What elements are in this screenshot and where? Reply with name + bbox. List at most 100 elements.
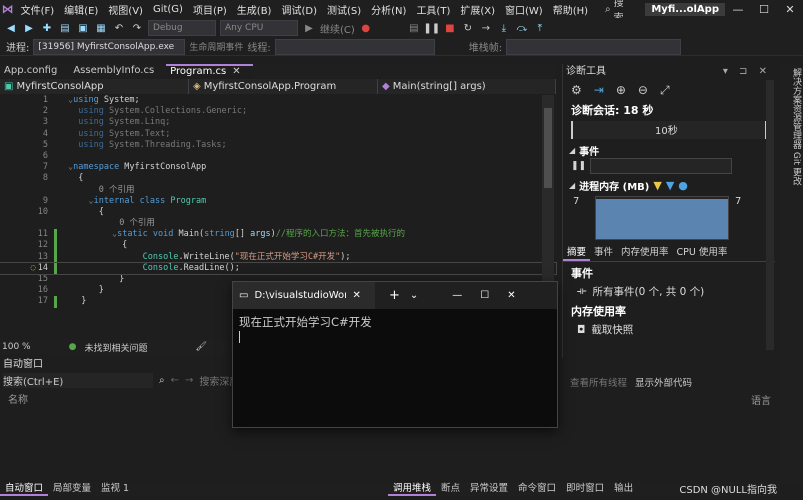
thread-dropdown[interactable] [274, 38, 435, 55]
code-line: 12 { [0, 240, 556, 252]
show-next-icon[interactable]: → [479, 21, 493, 35]
zoom-in-icon[interactable]: ⊕ [616, 83, 626, 98]
open-folder-icon[interactable]: ▤ [58, 21, 72, 35]
save-all-icon[interactable]: ▦ [94, 21, 108, 35]
collapse-icon[interactable]: ◢ [569, 181, 575, 190]
console-tab[interactable]: ▭ D:\visualstudioWor ✕ [233, 282, 375, 309]
maximize-icon[interactable]: ☐ [480, 290, 489, 301]
save-icon[interactable]: ▣ [76, 21, 90, 35]
close-icon[interactable]: ✕ [507, 290, 515, 301]
all-events-link[interactable]: 所有事件(0 个, 共 0 个) [593, 284, 705, 299]
class-dropdown[interactable]: ◈ MyfirstConsolApp.Program [189, 79, 378, 94]
zoom-out-icon[interactable]: ⊖ [638, 83, 648, 98]
search-input[interactable]: 搜索(Ctrl+E) [3, 372, 153, 388]
export-icon[interactable]: ⇥ [594, 83, 604, 98]
column-header-language[interactable]: 语言 [562, 392, 775, 407]
reference-count[interactable]: 0 个引用 [99, 185, 135, 195]
tab-call-stack[interactable]: 调用堆栈 [388, 482, 437, 496]
visual-studio-logo-icon[interactable]: ⋈ [0, 0, 16, 18]
menu-analyze[interactable]: 分析(N) [366, 2, 411, 17]
show-external-code-button[interactable]: 显示外部代码 [635, 375, 692, 389]
tab-app-config[interactable]: App.config [0, 64, 69, 78]
platform-dropdown[interactable]: Any CPU [220, 20, 298, 36]
issues-status[interactable]: 未找到相关问题 [84, 341, 147, 354]
new-tab-icon[interactable]: + [389, 288, 400, 303]
minimize-icon[interactable]: — [452, 290, 462, 301]
tab-breakpoints[interactable]: 断点 [436, 482, 465, 496]
forward-icon[interactable]: ▶ [22, 21, 36, 35]
diag-scrollbar[interactable] [766, 80, 774, 350]
menu-project[interactable]: 项目(P) [188, 2, 232, 17]
minimize-icon[interactable]: — [725, 3, 751, 16]
process-dropdown[interactable]: [31956] MyfirstConsolApp.exe [33, 38, 186, 55]
lifecycle-events-button[interactable]: 生命周期事件 [189, 40, 243, 53]
close-tab-icon[interactable]: ✕ [352, 290, 360, 301]
menu-test[interactable]: 测试(S) [322, 2, 366, 17]
config-dropdown[interactable]: Debug [148, 20, 216, 36]
menu-file[interactable]: 文件(F) [16, 2, 60, 17]
tab-immediate-window[interactable]: 即时窗口 [561, 482, 609, 496]
search-icon[interactable]: ⌕ [159, 375, 165, 386]
step-out-icon[interactable]: ⤒ [533, 21, 547, 35]
scrollbar-thumb[interactable] [544, 108, 552, 188]
undo-icon[interactable]: ↶ [112, 21, 126, 35]
side-tool-rail[interactable]: 解决方案资源管理器 Git 更改 [780, 64, 803, 484]
stackframe-dropdown[interactable] [506, 38, 682, 55]
close-icon[interactable]: ✕ [777, 3, 803, 16]
project-dropdown[interactable]: ▣ MyfirstConsolApp [0, 79, 189, 94]
panel-controls[interactable]: ▾ ⊐ ✕ [723, 64, 771, 79]
tab-command-window[interactable]: 命令窗口 [513, 482, 561, 496]
maximize-icon[interactable]: ☐ [751, 3, 777, 16]
step-into-icon[interactable]: ⤓ [497, 21, 511, 35]
continue-button[interactable]: 继续(C) [320, 21, 355, 36]
view-all-threads-button[interactable]: 查看所有线程 [570, 375, 627, 389]
menu-build[interactable]: 生成(B) [232, 2, 277, 17]
tab-watch-1[interactable]: 监视 1 [96, 482, 134, 496]
forward-arrow-icon[interactable]: → [185, 375, 193, 386]
menu-edit[interactable]: 编辑(E) [59, 2, 103, 17]
reset-zoom-icon[interactable]: ⤢ [660, 83, 670, 98]
tab-exception-settings[interactable]: 异常设置 [465, 482, 513, 496]
pause-icon[interactable]: ❚❚ [423, 21, 440, 35]
tab-output[interactable]: 输出 [609, 482, 638, 496]
dropdown-icon[interactable]: ⌄ [410, 290, 418, 301]
settings-gear-icon[interactable]: ⚙ [571, 83, 582, 98]
collapse-icon[interactable]: ◢ [569, 146, 575, 155]
reference-count[interactable]: 0 个引用 [119, 218, 155, 228]
menu-view[interactable]: 视图(V) [103, 2, 148, 17]
menu-extensions[interactable]: 扩展(X) [455, 2, 500, 17]
take-snapshot-button[interactable]: 截取快照 [591, 322, 633, 337]
stop-icon[interactable]: ■ [443, 21, 457, 35]
lightbulb-icon[interactable]: ◌ [31, 263, 36, 273]
menu-debug[interactable]: 调试(D) [276, 2, 322, 17]
brush-icon[interactable]: 🖌 [195, 342, 206, 352]
back-icon[interactable]: ◀ [4, 21, 18, 35]
member-dropdown[interactable]: ◆ Main(string[] args) [378, 79, 556, 94]
zoom-level[interactable]: 100 % [2, 342, 31, 352]
menu-tools[interactable]: 工具(T) [411, 2, 455, 17]
menu-git[interactable]: Git(G) [148, 4, 188, 15]
tab-summary[interactable]: 摘要 [563, 243, 591, 261]
tab-locals[interactable]: 局部变量 [48, 482, 96, 496]
tab-label: AssemblyInfo.cs [73, 65, 155, 76]
tab-events[interactable]: 事件 [590, 243, 617, 261]
restart-icon[interactable]: ↻ [461, 21, 475, 35]
hot-reload-icon[interactable]: ● [359, 21, 373, 35]
tab-auto-window[interactable]: 自动窗口 [0, 482, 49, 496]
pause-events-icon[interactable]: ❚❚ [571, 161, 586, 171]
console-window[interactable]: ▭ D:\visualstudioWor ✕ + ⌄ — ☐ ✕ 现在正式开始学… [232, 281, 558, 428]
tab-memory-usage[interactable]: 内存使用率 [617, 243, 673, 261]
back-arrow-icon[interactable]: ← [171, 375, 179, 386]
redo-icon[interactable]: ↷ [130, 21, 144, 35]
tab-assemblyinfo[interactable]: AssemblyInfo.cs [69, 64, 166, 78]
continue-icon[interactable]: ▶ [302, 21, 316, 35]
close-tab-icon[interactable]: ✕ [232, 66, 240, 77]
step-over-icon[interactable]: ⤼ [515, 21, 529, 35]
attach-icon[interactable]: ▤ [407, 21, 421, 35]
new-item-icon[interactable]: ✚ [40, 21, 54, 35]
tab-cpu-usage[interactable]: CPU 使用率 [673, 243, 732, 261]
menu-help[interactable]: 帮助(H) [548, 2, 593, 17]
menu-window[interactable]: 窗口(W) [500, 2, 548, 17]
memory-header: 进程内存 (MB) [579, 182, 650, 193]
tab-program-cs[interactable]: Program.cs ✕ [166, 64, 253, 78]
